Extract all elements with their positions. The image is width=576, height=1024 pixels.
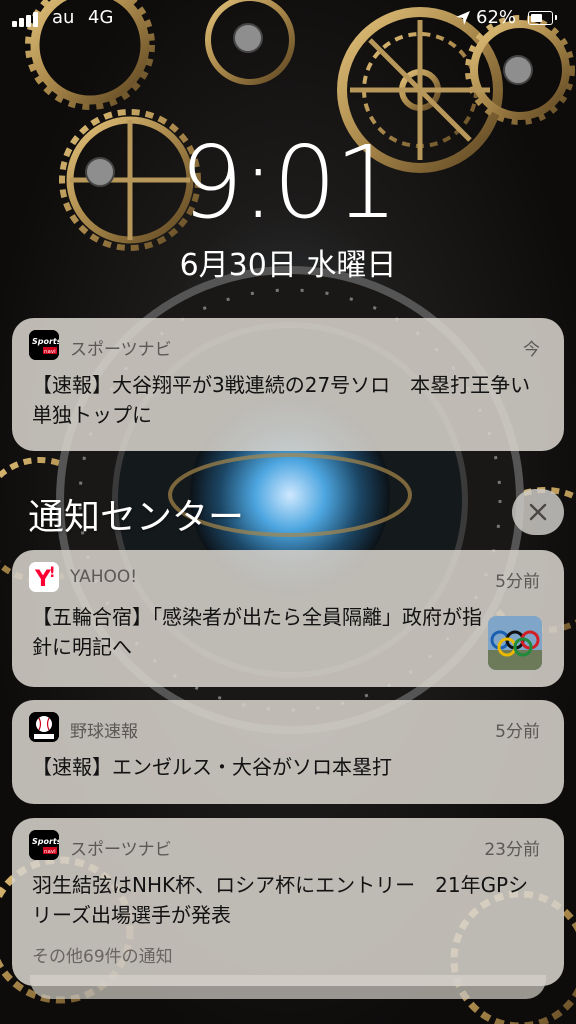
notification-message: 【速報】大谷翔平が3戦連続の27号ソロ 本塁打王争い単独トップに bbox=[32, 373, 531, 427]
battery-level-fill bbox=[531, 14, 543, 22]
notification-card-sportsnavi-latest[interactable]: Sports navi スポーツナビ 今 【速報】大谷翔平が3戦連続の27号ソロ… bbox=[12, 318, 564, 451]
svg-text:Sports: Sports bbox=[32, 337, 59, 346]
notification-card-yahoo[interactable]: Y ! YAHOO! 5分前 【五輪合宿】「感染者が出たら全員隔離」政府が指針に… bbox=[12, 550, 564, 687]
notification-app-name: スポーツナビ bbox=[70, 840, 172, 860]
svg-text:!: ! bbox=[49, 565, 55, 581]
svg-text:Sports: Sports bbox=[32, 837, 59, 846]
battery-percentage: 62% bbox=[476, 7, 517, 28]
battery-icon bbox=[528, 11, 557, 25]
carrier-name: au bbox=[52, 7, 75, 28]
notification-center-title: 通知センター bbox=[28, 497, 245, 538]
notification-header: Sports navi スポーツナビ 23分前 bbox=[12, 818, 564, 860]
notification-time: 5分前 bbox=[495, 572, 540, 592]
network-type: 4G bbox=[88, 7, 114, 28]
baseball-app-icon bbox=[29, 712, 59, 742]
svg-text:navi: navi bbox=[44, 349, 56, 355]
notification-time: 23分前 bbox=[484, 840, 540, 860]
notification-card-sportsnavi-stack[interactable]: Sports navi スポーツナビ 23分前 羽生結弦はNHK杯、ロシア杯にエ… bbox=[12, 818, 564, 986]
lock-screen-time: 9:01 bbox=[179, 124, 399, 241]
lock-screen-date: 6月30日 水曜日 bbox=[179, 248, 397, 283]
yahoo-app-icon: Y ! bbox=[29, 562, 59, 592]
clear-notifications-button[interactable] bbox=[512, 489, 564, 535]
sportsnavi-app-icon: Sports navi bbox=[29, 330, 59, 360]
notification-app-name: 野球速報 bbox=[70, 722, 138, 742]
status-bar: au 4G 62% bbox=[0, 0, 576, 38]
notification-app-name: YAHOO! bbox=[70, 567, 138, 587]
notification-message: 【速報】エンゼルス・大谷がソロ本塁打 bbox=[32, 755, 392, 779]
notification-thumbnail-olympic-rings bbox=[488, 616, 542, 670]
close-x-icon bbox=[529, 503, 547, 521]
notification-time: 5分前 bbox=[495, 722, 540, 742]
svg-text:navi: navi bbox=[44, 849, 56, 855]
more-notifications-count: その他69件の通知 bbox=[32, 947, 173, 967]
notification-header: Sports navi スポーツナビ 今 bbox=[12, 318, 564, 360]
notification-time: 今 bbox=[523, 340, 540, 360]
notification-message: 【五輪合宿】「感染者が出たら全員隔離」政府が指針に明記へ bbox=[32, 605, 482, 659]
notification-message: 羽生結弦はNHK杯、ロシア杯にエントリー 21年GPシリーズ出場選手が発表 bbox=[32, 873, 529, 927]
sportsnavi-app-icon: Sports navi bbox=[29, 830, 59, 860]
location-arrow-icon bbox=[456, 11, 470, 25]
notification-header: 野球速報 5分前 bbox=[12, 700, 564, 742]
signal-bars-icon bbox=[12, 11, 42, 27]
notification-app-name: スポーツナビ bbox=[70, 340, 172, 360]
notification-card-baseball[interactable]: 野球速報 5分前 【速報】エンゼルス・大谷がソロ本塁打 bbox=[12, 700, 564, 804]
notification-header: Y ! YAHOO! 5分前 bbox=[12, 550, 564, 592]
